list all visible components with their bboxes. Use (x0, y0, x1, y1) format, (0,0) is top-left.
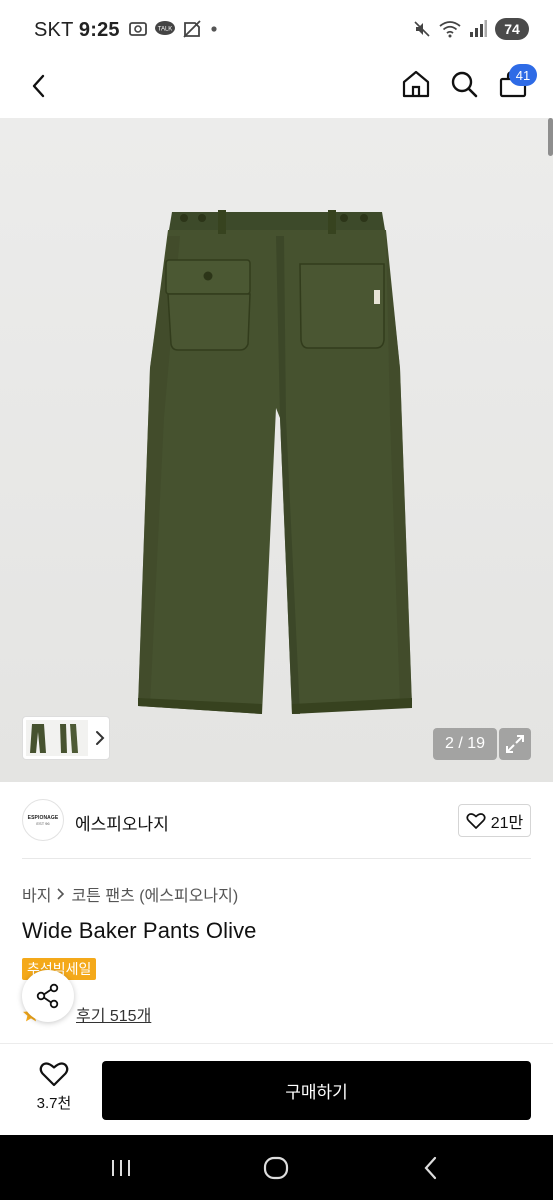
like-brand-button[interactable]: 21만 (458, 804, 531, 837)
gallery-thumbnail-strip[interactable] (22, 716, 110, 760)
nav-home-icon (263, 1156, 289, 1180)
breadcrumb-item-pants[interactable]: 바지 (22, 882, 51, 906)
nav-home-button[interactable] (262, 1155, 290, 1181)
brand-logo-subtext: EST 96 (36, 820, 50, 826)
expand-icon (506, 735, 524, 753)
no-sim-icon (183, 20, 201, 38)
breadcrumb: 바지 코튼 팬츠 (에스피오나지) (22, 882, 238, 906)
home-icon (402, 70, 430, 98)
brand-logo[interactable]: ESPIONAGE EST 96 (22, 799, 64, 841)
thumbnail-image[interactable] (26, 720, 88, 756)
image-counter-text: 2 / 19 (444, 735, 486, 752)
time-label: 9:25 (78, 19, 120, 41)
screenshot-icon (129, 22, 147, 36)
notification-icons: TALK (128, 20, 218, 38)
system-nav-bar (0, 1135, 553, 1200)
product-title: Wide Baker Pants Olive (22, 918, 257, 943)
purchase-bar: 3.7천 구매하기 (0, 1043, 553, 1135)
search-button[interactable] (448, 68, 480, 100)
wish-button[interactable]: 3.7천 (22, 1060, 86, 1120)
scroll-indicator[interactable] (548, 118, 553, 156)
heart-outline-icon (466, 812, 486, 829)
divider (22, 858, 531, 859)
cart-count: 41 (515, 67, 531, 83)
nav-back-icon (424, 1156, 437, 1180)
heart-outline-icon (39, 1062, 69, 1087)
buy-button[interactable]: 구매하기 (102, 1061, 531, 1120)
share-icon (36, 983, 59, 1009)
review-link[interactable]: 후기 515개 (76, 1002, 151, 1026)
nav-back-button[interactable] (418, 1155, 446, 1181)
home-button[interactable] (400, 68, 432, 100)
kakaotalk-icon: TALK (155, 21, 175, 35)
back-button[interactable] (24, 70, 56, 102)
brand-like-count: 21만 (490, 814, 524, 832)
brand-name[interactable]: 에스피오나지 (75, 810, 169, 835)
back-icon (32, 74, 45, 98)
wifi-icon (439, 21, 461, 38)
share-button[interactable] (22, 970, 74, 1022)
chevron-right-icon (96, 731, 105, 745)
recent-apps-icon (112, 1160, 130, 1176)
brand-row: ESPIONAGE EST 96 에스피오나지 21만 (0, 782, 553, 858)
app-header (0, 60, 553, 118)
carrier-label: SKT (34, 19, 74, 41)
dot-icon (211, 26, 217, 32)
product-image[interactable]: 2 / 19 (0, 118, 553, 782)
chevron-right-icon (57, 888, 65, 900)
system-icons: 74 (413, 18, 529, 40)
search-icon (451, 71, 478, 98)
battery-level: 74 (504, 21, 520, 37)
recent-apps-button[interactable] (108, 1155, 136, 1181)
status-bar: SKT 9:25 TALK 74 (0, 0, 553, 60)
pants-photo (0, 118, 553, 782)
image-counter: 2 / 19 (433, 728, 497, 760)
battery-icon: 74 (495, 18, 529, 40)
status-time: SKT 9:25 (34, 19, 120, 42)
svg-text:TALK: TALK (158, 27, 173, 33)
mute-icon (414, 21, 430, 37)
breadcrumb-item-cotton-pants[interactable]: 코튼 팬츠 (에스피오나지) (71, 882, 238, 906)
signal-icon (470, 20, 487, 37)
expand-image-button[interactable] (499, 728, 531, 760)
cart-count-badge: 41 (509, 64, 537, 86)
thumbnail-pants-icon (30, 724, 78, 753)
wish-count: 3.7천 (36, 1095, 72, 1112)
